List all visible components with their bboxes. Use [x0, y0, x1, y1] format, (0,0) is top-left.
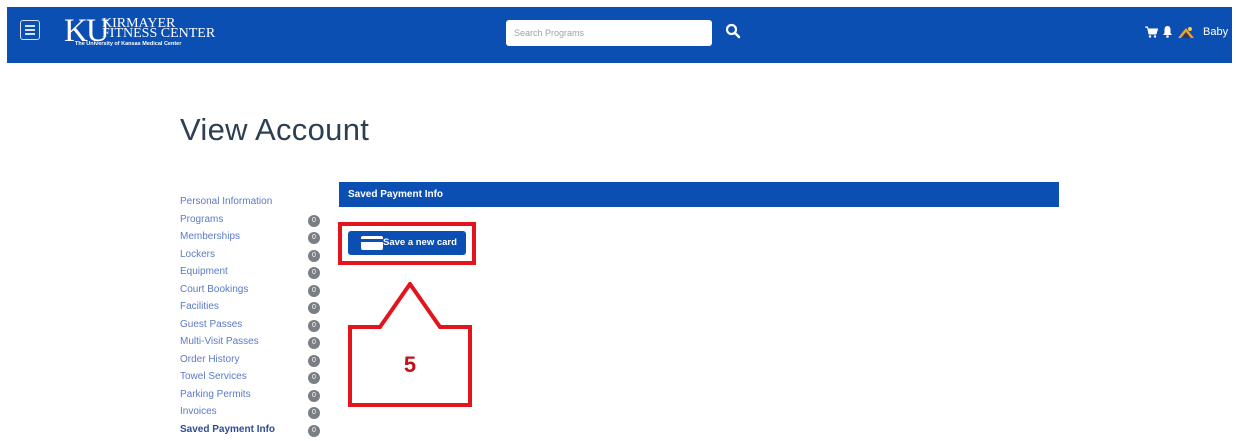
sidebar-item-label: Saved Payment Info [180, 423, 276, 435]
count-badge: 0 [308, 354, 320, 367]
count-badge: 0 [308, 302, 320, 314]
section-header: Saved Payment Info [339, 182, 1059, 207]
sidebar-item-label: Lockers [180, 248, 216, 260]
sidebar-item-invoices[interactable]: Invoices 0 [180, 406, 330, 423]
count-badge: 0 [308, 407, 320, 419]
search-icon[interactable] [725, 23, 741, 39]
sidebar-item-label: Facilities [180, 301, 219, 312]
count-badge: 0 [308, 372, 320, 384]
page-title: View Account [180, 112, 370, 147]
count-badge: 0 [308, 214, 320, 227]
count-badge: 0 [308, 337, 320, 349]
count-badge: 0 [308, 284, 320, 297]
logo-line-2: FITNESS CENTER [102, 26, 216, 41]
sidebar-item-lockers[interactable]: Lockers 0 [180, 249, 330, 266]
sidebar-item-label: Equipment [180, 266, 228, 277]
sidebar-item-label: Personal Information [180, 196, 273, 207]
sidebar-item-label: Order History [180, 353, 240, 365]
sidebar-item-order-history[interactable]: Order History 0 [180, 354, 330, 371]
sidebar-item-label: Parking Permits [180, 388, 251, 400]
cart-icon[interactable] [1145, 26, 1158, 38]
username[interactable]: Baby [1203, 25, 1228, 39]
up-arrow-callout-icon [348, 282, 472, 407]
count-badge: 0 [308, 319, 320, 332]
sidebar-item-multi-visit-passes[interactable]: Multi-Visit Passes 0 [180, 336, 330, 353]
top-navigation-bar: KU KIRMAYER FITNESS CENTER The Universit… [7, 7, 1232, 63]
sidebar-item-label: Guest Passes [180, 318, 243, 330]
sidebar-item-towel-services[interactable]: Towel Services 0 [180, 371, 330, 388]
bell-icon[interactable] [1162, 25, 1173, 38]
sidebar-item-label: Towel Services [180, 371, 247, 382]
count-badge: 0 [308, 249, 320, 262]
sidebar-item-label: Multi-Visit Passes [180, 336, 259, 347]
step-number: 5 [403, 352, 417, 377]
highlight-box [338, 222, 476, 265]
count-badge: 0 [308, 424, 320, 437]
sidebar-item-parking-permits[interactable]: Parking Permits 0 [180, 389, 330, 406]
sidebar-item-programs[interactable]: Programs 0 [180, 214, 330, 231]
hamburger-menu-icon[interactable] [20, 20, 40, 40]
logo-subtitle: The University of Kansas Medical Center [75, 41, 182, 47]
count-badge: 0 [308, 389, 320, 402]
sidebar-item-label: Programs [180, 213, 224, 225]
sidebar-item-label: Memberships [180, 231, 241, 242]
sidebar-item-memberships[interactable]: Memberships 0 [180, 231, 330, 248]
count-badge: 0 [308, 267, 320, 279]
search-input[interactable] [506, 20, 712, 46]
sidebar-item-equipment[interactable]: Equipment 0 [180, 266, 330, 283]
sidebar-item-label: Invoices [180, 406, 217, 417]
count-badge: 0 [308, 232, 320, 244]
sidebar-item-label: Court Bookings [180, 283, 249, 295]
sidebar-item-personal-information[interactable]: Personal Information [180, 196, 330, 213]
avatar[interactable] [1177, 25, 1195, 39]
sidebar-item-court-bookings[interactable]: Court Bookings 0 [180, 284, 330, 301]
sidebar-item-guest-passes[interactable]: Guest Passes 0 [180, 319, 330, 336]
sidebar-item-facilities[interactable]: Facilities 0 [180, 301, 330, 318]
